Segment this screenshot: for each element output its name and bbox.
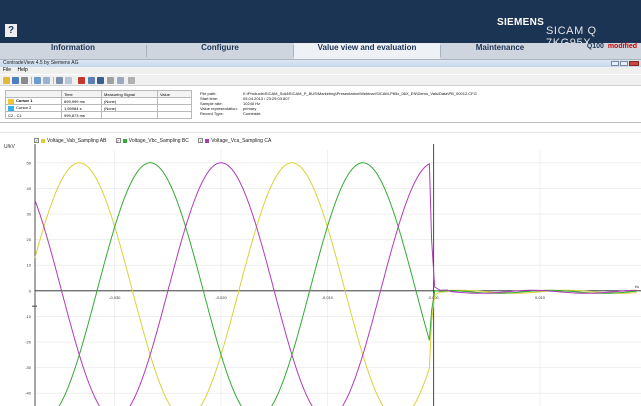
cursor-1-swatch — [8, 98, 14, 104]
cursor-1-name: Cursor 1 — [16, 98, 33, 104]
properties-icon[interactable] — [43, 77, 50, 84]
menu-file[interactable]: File — [3, 67, 11, 73]
modified-flag: modified — [607, 43, 637, 50]
cursor-diff-name: C2 - C1 — [5, 111, 62, 119]
y-tick-label: -20 — [25, 340, 32, 345]
settings-dropdown-icon[interactable] — [128, 77, 135, 84]
cursor-icon[interactable] — [78, 77, 85, 84]
table-icon[interactable] — [97, 77, 104, 84]
cursor-diff-signal — [101, 111, 158, 119]
x-tick-label: 0.010 — [535, 295, 546, 300]
y-tick-label: 30 — [27, 212, 32, 217]
record-type-value: Comtrade — [243, 111, 261, 116]
tab-information[interactable]: Information — [0, 43, 146, 59]
close-button[interactable] — [629, 61, 639, 66]
cursor-2-value — [157, 104, 192, 112]
y-tick-label: 0 — [29, 288, 32, 293]
table-row[interactable]: Cursor 1 699,999 ms (None) — [5, 97, 192, 105]
series-1-line — [34, 162, 637, 406]
x-tick-label: -0.020 — [215, 295, 227, 300]
device-model: Q100 — [586, 43, 604, 50]
cursor-diff-value — [157, 111, 192, 119]
cursor-1-value — [157, 97, 192, 105]
toolbar-separator — [31, 77, 32, 84]
x-axis-label: t/s — [635, 284, 639, 289]
copy-icon[interactable] — [34, 77, 41, 84]
y-tick-label: -10 — [25, 314, 32, 319]
cursor-header-value: Value — [157, 90, 192, 98]
tab-maintenance[interactable]: Maintenance — [441, 43, 559, 59]
list-icon[interactable] — [117, 77, 124, 84]
window-title: ContradeView 4.5 by Siemens AG — [0, 60, 641, 67]
menu-bar: File Help — [0, 67, 641, 74]
cursor-2-signal[interactable]: (None) — [101, 104, 158, 112]
tab-configure[interactable]: Configure — [147, 43, 293, 59]
grid-icon[interactable] — [107, 77, 114, 84]
export-icon[interactable] — [88, 77, 95, 84]
y-tick-label: 50 — [27, 160, 32, 165]
panel-divider — [0, 124, 641, 133]
toolbar — [0, 75, 641, 86]
menu-help[interactable]: Help — [17, 67, 27, 73]
cursor-diff-time: 999,873 ms — [61, 111, 102, 119]
series-2-line — [58, 162, 637, 406]
file-info: File path: K:\Products\SICAM_Sold\SICAM_P… — [200, 91, 477, 116]
save-icon[interactable] — [12, 77, 19, 84]
cursor-2-swatch — [8, 105, 14, 111]
info-panel: Time Measuring Signal Value Cursor 1 699… — [0, 87, 641, 123]
waveform-chart[interactable]: 50 40 30 20 10 0 -10 -20 -30 -40 -0.030 -0.020 -0.01… — [0, 134, 641, 406]
device-status: Q100 modified — [587, 43, 637, 59]
help-icon[interactable]: ? — [5, 24, 17, 37]
minimize-button[interactable] — [611, 61, 619, 66]
cursor-table: Time Measuring Signal Value Cursor 1 699… — [5, 90, 192, 119]
cursor-2-name: Cursor 2 — [16, 105, 32, 111]
y-tick-label: 10 — [27, 263, 32, 268]
brand-logo: SIEMENS — [497, 17, 545, 28]
device-banner: ? SIEMENS SICAM Q 7KG95X — [0, 0, 641, 49]
cursor-2-time: 1,69984 s — [61, 104, 102, 112]
maximize-button[interactable] — [620, 61, 628, 66]
zoom-dropdown-icon[interactable] — [65, 77, 72, 84]
cursor-header-time: Time — [61, 90, 102, 98]
main-tabs: Information Configure Value view and eva… — [0, 43, 641, 60]
y-tick-label: -40 — [25, 391, 32, 396]
cursor-header-name — [5, 90, 62, 98]
cursor-1-signal[interactable]: (None) — [101, 97, 158, 105]
y-tick-label: -30 — [25, 365, 32, 370]
x-tick-label: -0.030 — [109, 295, 121, 300]
toolbar-separator — [53, 77, 54, 84]
open-folder-icon[interactable] — [3, 77, 10, 84]
table-row: C2 - C1 999,873 ms — [5, 111, 192, 119]
y-tick-label: 40 — [27, 186, 32, 191]
record-type-key: Record Type: — [200, 111, 224, 116]
y-tick-label: 20 — [27, 237, 32, 242]
x-tick-label: -0.010 — [322, 295, 334, 300]
table-row[interactable]: Cursor 2 1,69984 s (None) — [5, 104, 192, 112]
cursor-1-time: 699,999 ms — [61, 97, 102, 105]
tab-value-view[interactable]: Value view and evaluation — [294, 43, 440, 59]
print-icon[interactable] — [21, 77, 28, 84]
cursor-header-signal: Measuring Signal — [101, 90, 158, 98]
series-3-line — [34, 162, 637, 406]
zoom-icon[interactable] — [56, 77, 63, 84]
